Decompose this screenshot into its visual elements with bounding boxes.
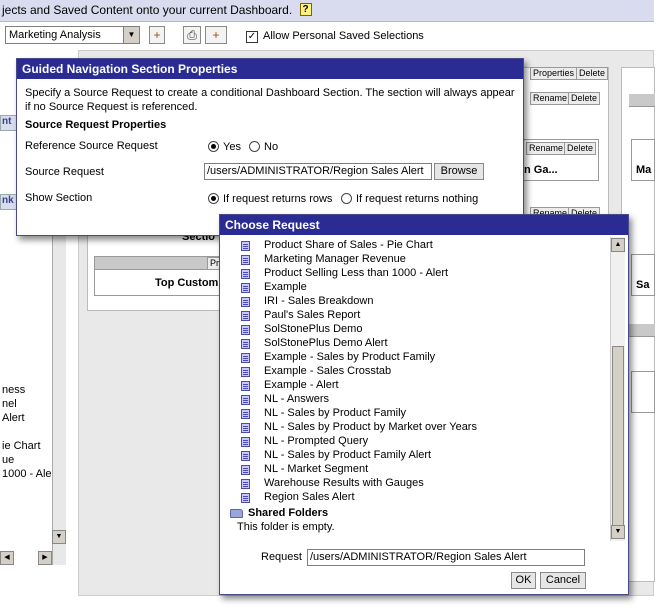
section-title: Top Custom	[155, 277, 219, 289]
scroll-down-icon[interactable]: ▼	[611, 525, 625, 539]
rename-button[interactable]: Rename	[526, 142, 567, 155]
section-box: Sa	[631, 254, 655, 296]
document-icon	[241, 297, 250, 307]
request-list-scrollbar[interactable]: ▲ ▼	[610, 237, 625, 541]
page-properties-icon[interactable]: +	[205, 26, 227, 44]
catalog-fragment: 1000 - Aler	[2, 468, 56, 480]
show-if-rows-radio[interactable]	[208, 193, 219, 204]
section-heading: Source Request Properties	[25, 119, 167, 131]
show-if-nothing-radio[interactable]	[341, 193, 352, 204]
reference-no-label: No	[264, 141, 279, 153]
document-icon	[241, 367, 250, 377]
document-icon	[241, 493, 250, 503]
allow-personal-label: Allow Personal Saved Selections	[263, 30, 424, 42]
delete-button[interactable]: Delete	[568, 92, 601, 105]
catalog-fragment: ness	[2, 384, 26, 396]
print-icon[interactable]: ⎙	[183, 26, 201, 44]
empty-folder-text: This folder is empty.	[237, 521, 335, 533]
reference-yes-label: Yes	[223, 141, 241, 153]
request-label: Request	[261, 551, 302, 563]
reference-no-radio[interactable]	[249, 141, 260, 152]
section-title-fragment: Ma	[636, 164, 652, 176]
cancel-button[interactable]: Cancel	[540, 572, 586, 589]
scroll-down-icon[interactable]: ▼	[52, 530, 66, 544]
dashboard-page-select[interactable]: Marketing Analysis ▼	[5, 26, 140, 44]
scroll-up-icon[interactable]: ▲	[611, 238, 625, 252]
delete-button[interactable]: Delete	[564, 142, 597, 155]
section-box: Ma	[631, 139, 655, 181]
document-icon	[241, 409, 250, 419]
properties-button[interactable]: Properties	[530, 67, 578, 80]
document-icon	[241, 437, 250, 447]
document-icon	[241, 465, 250, 475]
section-header	[629, 94, 655, 107]
show-if-rows-label: If request returns rows	[223, 193, 333, 205]
dashboard-page-select-value: Marketing Analysis	[9, 29, 101, 41]
choose-request-dialog: Choose Request Product Share of Sales - …	[219, 214, 629, 595]
section-box	[631, 371, 655, 413]
ok-button[interactable]: OK	[511, 572, 536, 589]
dashboard-instructions-bar: jects and Saved Content onto your curren…	[0, 0, 654, 22]
show-section-label: Show Section	[25, 192, 93, 204]
add-page-icon[interactable]: +	[149, 26, 165, 44]
section-box: Pr Top Custom	[94, 256, 229, 296]
editor-toolbar: Marketing Analysis ▼ + ⎙ + ✓ Allow Perso…	[0, 22, 654, 50]
catalog-fragment: Alert	[2, 412, 25, 424]
rename-button[interactable]: Rename	[530, 92, 571, 105]
section-title-fragment: Sa	[636, 279, 650, 291]
guided-navigation-dialog: Guided Navigation Section Properties Spe…	[16, 58, 524, 236]
folder-icon	[230, 509, 243, 518]
document-icon	[241, 339, 250, 349]
source-request-label: Source Request	[25, 166, 104, 178]
scrollbar-thumb[interactable]	[612, 346, 624, 526]
source-request-input[interactable]: /users/ADMINISTRATOR/Region Sales Alert	[204, 163, 432, 180]
dialog-title: Guided Navigation Section Properties	[17, 59, 523, 79]
chevron-down-icon[interactable]: ▼	[123, 27, 139, 43]
scroll-left-icon[interactable]: ◀	[0, 551, 14, 565]
help-icon[interactable]: ?	[299, 3, 312, 16]
show-if-nothing-label: If request returns nothing	[356, 193, 479, 205]
catalog-fragment: ie Chart	[2, 440, 41, 452]
shared-folders-label[interactable]: Shared Folders	[248, 507, 328, 519]
document-icon	[241, 255, 250, 265]
document-icon	[241, 451, 250, 461]
reference-source-label: Reference Source Request	[25, 140, 158, 152]
request-list: Product Share of Sales - Pie Chart Marke…	[228, 237, 610, 539]
browse-button[interactable]: Browse	[434, 163, 484, 180]
section-box: Rename Delete n Ga...	[521, 139, 599, 181]
document-icon	[241, 381, 250, 391]
document-icon	[241, 479, 250, 489]
document-icon	[241, 423, 250, 433]
request-path-input[interactable]: /users/ADMINISTRATOR/Region Sales Alert	[307, 549, 585, 566]
document-icon	[241, 325, 250, 335]
dialog-title: Choose Request	[220, 215, 628, 235]
delete-button[interactable]: Delete	[576, 67, 609, 80]
document-icon	[241, 241, 250, 251]
catalog-fragment: nel	[2, 398, 17, 410]
section-header	[629, 324, 655, 337]
document-icon	[241, 353, 250, 363]
document-icon	[241, 283, 250, 293]
document-icon	[241, 395, 250, 405]
instructions-text: jects and Saved Content onto your curren…	[2, 3, 293, 17]
dialog-description: Specify a Source Request to create a con…	[25, 87, 515, 113]
allow-personal-checkbox[interactable]: ✓	[246, 31, 258, 43]
document-icon	[241, 269, 250, 279]
document-icon	[241, 311, 250, 321]
catalog-fragment: ue	[2, 454, 15, 466]
scroll-right-icon[interactable]: ▶	[38, 551, 52, 565]
reference-yes-radio[interactable]	[208, 141, 219, 152]
section-title-fragment: n Ga...	[524, 164, 558, 176]
